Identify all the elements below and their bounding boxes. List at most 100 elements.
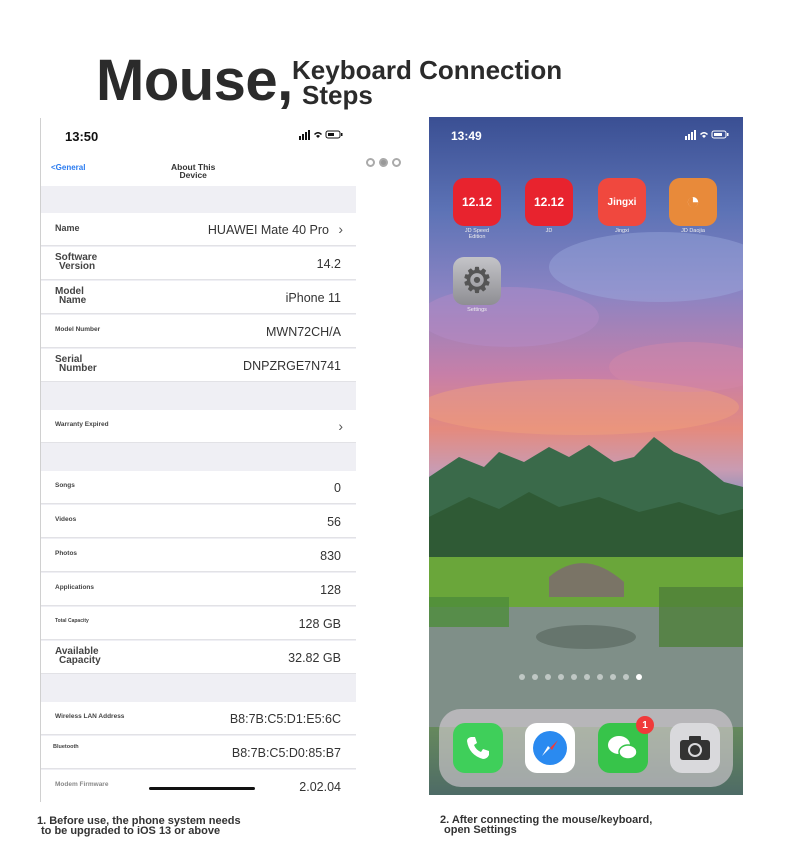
chevron-right-icon: › bbox=[338, 418, 343, 434]
row-label: Songs bbox=[55, 482, 75, 489]
row-value: 56 bbox=[327, 515, 341, 529]
row-warranty[interactable]: Warranty Expired › bbox=[41, 410, 356, 443]
row-label-line-2: Capacity bbox=[59, 655, 101, 666]
caption-step-2: 2. After connecting the mouse/keyboard, … bbox=[440, 814, 652, 836]
app-jd-speed[interactable]: 12.12 JD Speed Edition bbox=[453, 178, 503, 241]
row-value: 128 GB bbox=[298, 617, 341, 631]
page-indicator[interactable] bbox=[519, 674, 642, 680]
settings-screenshot: 13:50 <General About This Device Name HU… bbox=[40, 118, 356, 802]
row-label: Total Capacity bbox=[55, 618, 89, 624]
app-jingxi[interactable]: Jingxi Jingxi bbox=[598, 178, 648, 235]
status-icons bbox=[299, 129, 343, 143]
row-software-version: Software Version 14.2 bbox=[41, 247, 356, 280]
row-value: 830 bbox=[320, 549, 341, 563]
row-modem-firmware: Modem Firmware 2.02.04 bbox=[41, 770, 356, 802]
status-bar: 13:50 bbox=[41, 118, 356, 154]
title-line-1: Keyboard Connection bbox=[292, 55, 563, 85]
app-label: Settings bbox=[467, 307, 487, 313]
row-value: 2.02.04 bbox=[299, 780, 341, 794]
row-value: 0 bbox=[334, 481, 341, 495]
row-applications: Applications 128 bbox=[41, 573, 356, 606]
row-model-name: Model Name iPhone 11 bbox=[41, 281, 356, 314]
safari-app[interactable] bbox=[525, 723, 575, 773]
row-available-capacity: Available Capacity 32.82 GB bbox=[41, 641, 356, 674]
row-label-line-2: Number bbox=[59, 363, 97, 374]
row-value: 128 bbox=[320, 583, 341, 597]
row-value: HUAWEI Mate 40 Pro bbox=[207, 223, 329, 237]
row-label: Modem Firmware bbox=[55, 781, 109, 788]
title-subheading: Keyboard Connection Steps bbox=[292, 55, 563, 110]
notification-badge: 1 bbox=[636, 716, 654, 734]
row-value: B8:7B:C5:D0:85:B7 bbox=[231, 746, 341, 760]
step-dot bbox=[392, 158, 401, 167]
home-screen-screenshot: 13:49 12.12 JD Speed Edition 12.12 JD Jin… bbox=[429, 117, 743, 795]
row-serial-number: Serial Number DNPZRGE7N741 bbox=[41, 349, 356, 382]
app-jd-daojia[interactable]: ◔ JD Daojia bbox=[669, 178, 719, 235]
row-label: Warranty Expired bbox=[55, 421, 109, 428]
status-time: 13:49 bbox=[451, 129, 482, 143]
phone-app[interactable] bbox=[453, 723, 503, 773]
row-label: Available Capacity bbox=[55, 647, 101, 666]
row-videos: Videos 56 bbox=[41, 505, 356, 538]
app-label: JD Speed Edition bbox=[453, 228, 501, 241]
caption-step-1: 1. Before use, the phone system needs to… bbox=[37, 815, 241, 838]
row-value: DNPZRGE7N741 bbox=[243, 359, 341, 373]
nav-title-line-2: Device bbox=[179, 169, 207, 180]
compass-icon bbox=[533, 731, 567, 765]
row-name[interactable]: Name HUAWEI Mate 40 Pro › bbox=[41, 213, 356, 246]
row-songs: Songs 0 bbox=[41, 471, 356, 504]
row-label: Applications bbox=[55, 584, 95, 591]
row-label: Software Version bbox=[55, 253, 97, 272]
app-jd[interactable]: 12.12 JD bbox=[525, 178, 575, 235]
step-dot bbox=[366, 158, 375, 167]
row-value: 32.82 GB bbox=[288, 651, 341, 665]
row-label: Bluetooth bbox=[53, 744, 79, 750]
row-label: Name bbox=[55, 223, 80, 233]
row-label: Model Name bbox=[55, 287, 86, 306]
jd-speed-icon: 12.12 bbox=[453, 178, 501, 226]
camera-app[interactable] bbox=[670, 723, 720, 773]
step-dot bbox=[379, 158, 388, 167]
phone-icon bbox=[467, 737, 489, 759]
status-icons bbox=[685, 129, 729, 143]
app-label: JD Daojia bbox=[681, 228, 705, 234]
app-label: Jingxi bbox=[614, 228, 630, 234]
row-photos: Photos 830 bbox=[41, 539, 356, 572]
row-label: Wireless LAN Address bbox=[55, 713, 125, 720]
jd-daojia-icon: ◔ bbox=[669, 178, 717, 226]
row-model-number: Model Number MWN72CH/A bbox=[41, 315, 356, 348]
app-settings[interactable]: ⚙ Settings bbox=[453, 257, 503, 314]
row-value: 14.2 bbox=[316, 257, 341, 271]
app-label: JD bbox=[545, 228, 553, 234]
row-label: Serial Number bbox=[55, 355, 97, 374]
row-label: Model Number bbox=[55, 326, 101, 333]
row-bluetooth: Bluetooth B8:7B:C5:D0:85:B7 bbox=[41, 736, 356, 769]
chat-bubbles-icon bbox=[608, 736, 638, 760]
signal-wifi-battery-icon bbox=[299, 130, 343, 140]
row-value: B8:7B:C5:D1:E5:6C bbox=[229, 712, 341, 726]
step-indicator-dots bbox=[366, 158, 401, 167]
row-value: iPhone 11 bbox=[285, 291, 341, 305]
jingxi-icon: Jingxi bbox=[598, 178, 646, 226]
row-label-line-2: Version bbox=[59, 261, 96, 272]
row-wifi-address: Wireless LAN Address B8:7B:C5:D1:E5:6C bbox=[41, 702, 356, 735]
chevron-right-icon: › bbox=[338, 221, 343, 237]
row-total-capacity: Total Capacity 128 GB bbox=[41, 607, 356, 640]
row-label: Videos bbox=[55, 516, 77, 523]
camera-icon bbox=[680, 736, 710, 760]
status-time: 13:50 bbox=[65, 129, 99, 144]
dock: 1 bbox=[439, 709, 733, 787]
row-value: MWN72CH/A bbox=[265, 325, 341, 339]
title-mouse: Mouse, bbox=[96, 48, 293, 113]
settings-gear-icon: ⚙ bbox=[453, 257, 501, 305]
wechat-app[interactable]: 1 bbox=[598, 716, 654, 773]
caption-line-2: to be upgraded to iOS 13 or above bbox=[41, 825, 221, 838]
app-label-line-2: Edition bbox=[468, 233, 486, 240]
row-label: Photos bbox=[55, 550, 78, 557]
nav-title: About This Device bbox=[171, 163, 215, 180]
jd-icon: 12.12 bbox=[525, 178, 573, 226]
home-indicator bbox=[149, 787, 255, 790]
back-general-link[interactable]: <General bbox=[51, 163, 85, 172]
title-line-2: Steps bbox=[302, 79, 373, 110]
signal-wifi-battery-icon bbox=[685, 130, 729, 140]
